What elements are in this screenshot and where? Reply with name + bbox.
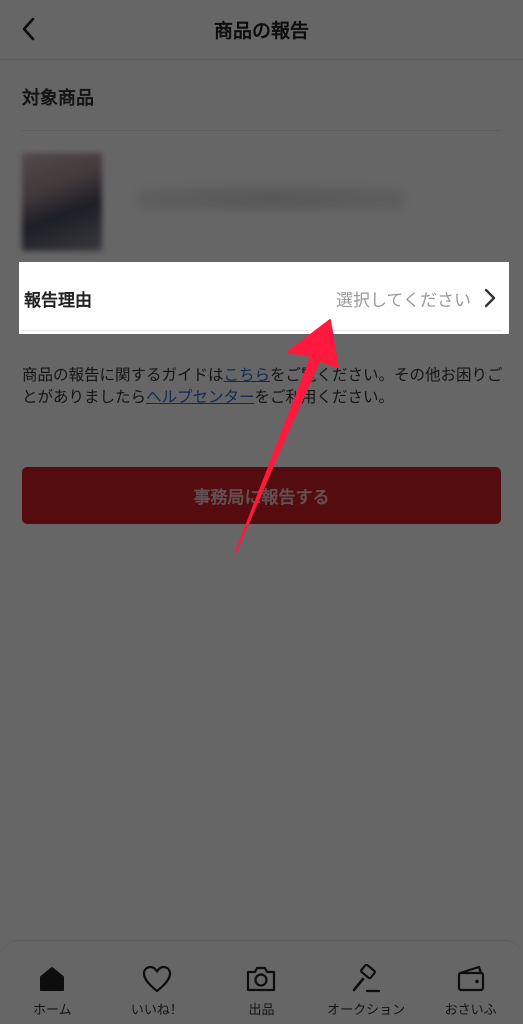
nav-label: オークション <box>327 1003 406 1018</box>
nav-item-sell[interactable]: 出品 <box>209 963 313 1018</box>
help-center-link[interactable]: ヘルプセンター <box>146 388 255 406</box>
guide-text-part-3: をご利用ください。 <box>254 388 395 406</box>
gavel-icon <box>352 964 381 993</box>
chevron-left-icon <box>22 17 35 41</box>
nav-label: いいね！ <box>130 1003 183 1018</box>
page-title: 商品の報告 <box>213 20 309 42</box>
header-bar: 商品の報告 <box>0 0 523 60</box>
heart-icon <box>142 965 171 993</box>
wallet-icon <box>457 965 484 992</box>
nav-item-likes[interactable]: いいね！ <box>105 963 209 1018</box>
nav-label: 出品 <box>248 1003 275 1018</box>
nav-item-home[interactable]: ホーム <box>0 963 104 1018</box>
chevron-right-icon <box>484 288 496 308</box>
back-button[interactable] <box>14 14 44 44</box>
nav-label: ホーム <box>32 1003 72 1018</box>
guide-text: 商品の報告に関するガイドはこちらをご覧ください。その他お困りごとがありましたらヘ… <box>22 364 506 408</box>
report-reason-label: 報告理由 <box>24 290 92 311</box>
submit-report-button[interactable]: 事務局に報告する <box>22 467 501 524</box>
guide-text-part-1: 商品の報告に関するガイドは <box>22 366 224 384</box>
nav-item-wallet[interactable]: おさいふ <box>419 963 523 1018</box>
reason-divider <box>22 330 502 331</box>
product-thumbnail[interactable] <box>22 153 102 251</box>
camera-icon <box>247 966 276 992</box>
product-name-blurred <box>136 188 406 210</box>
app-screen: 商品の報告 対象商品 商品の報告に関するガイドはこちらをご覧ください。その他お困… <box>0 0 523 1024</box>
nav-item-auction[interactable]: オークション <box>314 963 418 1018</box>
section-divider <box>22 130 502 131</box>
section-title-target-product: 対象商品 <box>22 88 94 109</box>
bottom-navigation: ホーム いいね！ 出品 オークション おさいふ <box>0 940 523 1024</box>
nav-label: おさいふ <box>444 1003 497 1018</box>
report-reason-selector[interactable]: 報告理由 選択してください <box>19 262 509 334</box>
home-icon <box>40 967 65 991</box>
guide-link-here[interactable]: こちら <box>224 366 271 384</box>
report-reason-placeholder: 選択してください <box>336 290 471 311</box>
